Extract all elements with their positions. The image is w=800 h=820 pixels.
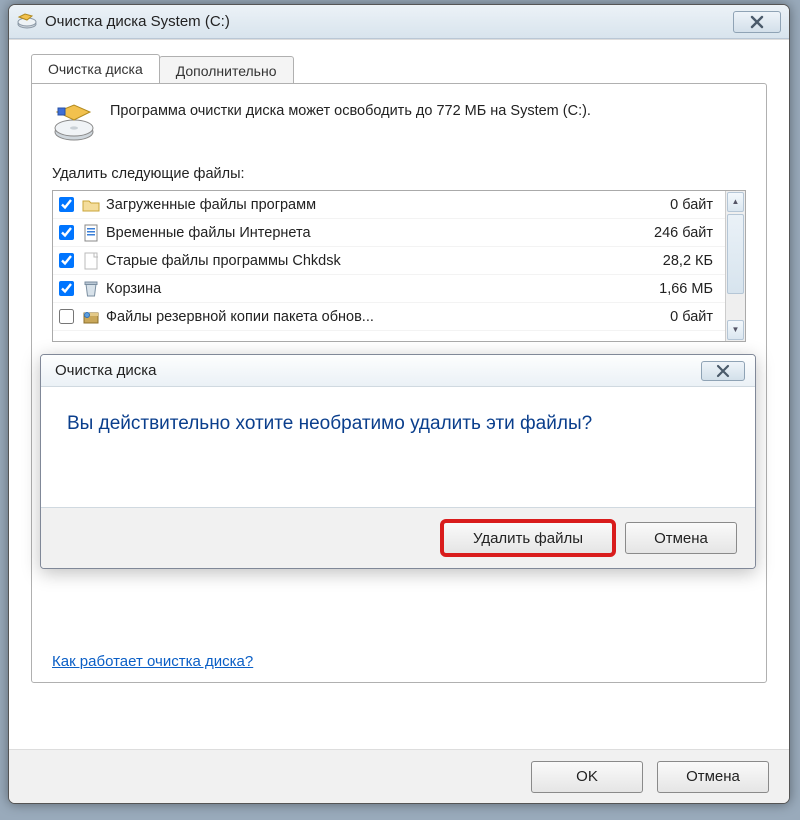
button-label: OK bbox=[576, 768, 598, 785]
file-checkbox[interactable] bbox=[59, 197, 74, 212]
ok-button[interactable]: OK bbox=[531, 761, 643, 793]
button-label: Удалить файлы bbox=[473, 530, 583, 547]
confirm-title: Очистка диска bbox=[55, 362, 157, 379]
file-name: Загруженные файлы программ bbox=[106, 197, 619, 213]
file-name: Временные файлы Интернета bbox=[106, 225, 619, 241]
files-label: Удалить следующие файлы: bbox=[52, 166, 746, 182]
help-link[interactable]: Как работает очистка диска? bbox=[52, 653, 253, 670]
document-icon bbox=[82, 224, 100, 242]
close-button[interactable] bbox=[733, 11, 781, 33]
tab-cleanup[interactable]: Очистка диска bbox=[31, 54, 160, 83]
window-title: Очистка диска System (C:) bbox=[45, 13, 727, 30]
description-text: Программа очистки диска может освободить… bbox=[110, 102, 591, 146]
tab-label: Очистка диска bbox=[48, 61, 143, 77]
confirm-message: Вы действительно хотите необратимо удали… bbox=[41, 387, 755, 507]
confirm-cancel-button[interactable]: Отмена bbox=[625, 522, 737, 554]
dialog-button-bar: OK Отмена bbox=[9, 749, 789, 803]
folder-icon bbox=[82, 196, 100, 214]
file-size: 1,66 МБ bbox=[619, 281, 719, 297]
file-list-item[interactable]: Загруженные файлы программ 0 байт bbox=[53, 191, 725, 219]
scroll-down-arrow[interactable]: ▼ bbox=[727, 320, 744, 340]
file-name: Корзина bbox=[106, 281, 619, 297]
file-list-rows: Загруженные файлы программ 0 байт Времен… bbox=[53, 191, 725, 341]
file-list-item[interactable]: Временные файлы Интернета 246 байт bbox=[53, 219, 725, 247]
file-list: Загруженные файлы программ 0 байт Времен… bbox=[52, 190, 746, 342]
scroll-up-arrow[interactable]: ▲ bbox=[727, 192, 744, 212]
button-label: Отмена bbox=[686, 768, 740, 785]
file-checkbox[interactable] bbox=[59, 225, 74, 240]
tab-strip: Очистка диска Дополнительно bbox=[31, 54, 789, 83]
cancel-button[interactable]: Отмена bbox=[657, 761, 769, 793]
file-list-item[interactable]: Старые файлы программы Chkdsk 28,2 КБ bbox=[53, 247, 725, 275]
file-size: 246 байт bbox=[619, 225, 719, 241]
file-size: 28,2 КБ bbox=[619, 253, 719, 269]
file-name: Файлы резервной копии пакета обнов... bbox=[106, 309, 619, 325]
title-bar[interactable]: Очистка диска System (C:) bbox=[9, 5, 789, 39]
tab-label: Дополнительно bbox=[176, 63, 277, 79]
confirm-title-bar[interactable]: Очистка диска bbox=[41, 355, 755, 387]
file-checkbox[interactable] bbox=[59, 309, 74, 324]
document-icon bbox=[82, 252, 100, 270]
scroll-thumb[interactable] bbox=[727, 214, 744, 294]
file-list-item[interactable]: Корзина 1,66 МБ bbox=[53, 275, 725, 303]
drive-icon bbox=[52, 102, 96, 146]
tab-more[interactable]: Дополнительно bbox=[159, 56, 294, 84]
scroll-track[interactable] bbox=[727, 214, 744, 318]
package-icon bbox=[82, 308, 100, 326]
list-scrollbar[interactable]: ▲ ▼ bbox=[725, 191, 745, 341]
file-name: Старые файлы программы Chkdsk bbox=[106, 253, 619, 269]
file-checkbox[interactable] bbox=[59, 281, 74, 296]
file-size: 0 байт bbox=[619, 197, 719, 213]
delete-files-button[interactable]: Удалить файлы bbox=[443, 522, 613, 554]
file-list-item[interactable]: Файлы резервной копии пакета обнов... 0 … bbox=[53, 303, 725, 331]
recycle-bin-icon bbox=[82, 280, 100, 298]
description-row: Программа очистки диска может освободить… bbox=[52, 102, 746, 146]
help-link-section: Как работает очистка диска? bbox=[52, 653, 253, 670]
file-size: 0 байт bbox=[619, 309, 719, 325]
confirm-button-bar: Удалить файлы Отмена bbox=[41, 507, 755, 568]
disk-cleanup-icon bbox=[17, 13, 37, 31]
confirm-dialog: Очистка диска Вы действительно хотите не… bbox=[40, 354, 756, 569]
file-checkbox[interactable] bbox=[59, 253, 74, 268]
confirm-close-button[interactable] bbox=[701, 361, 745, 381]
button-label: Отмена bbox=[654, 530, 708, 547]
